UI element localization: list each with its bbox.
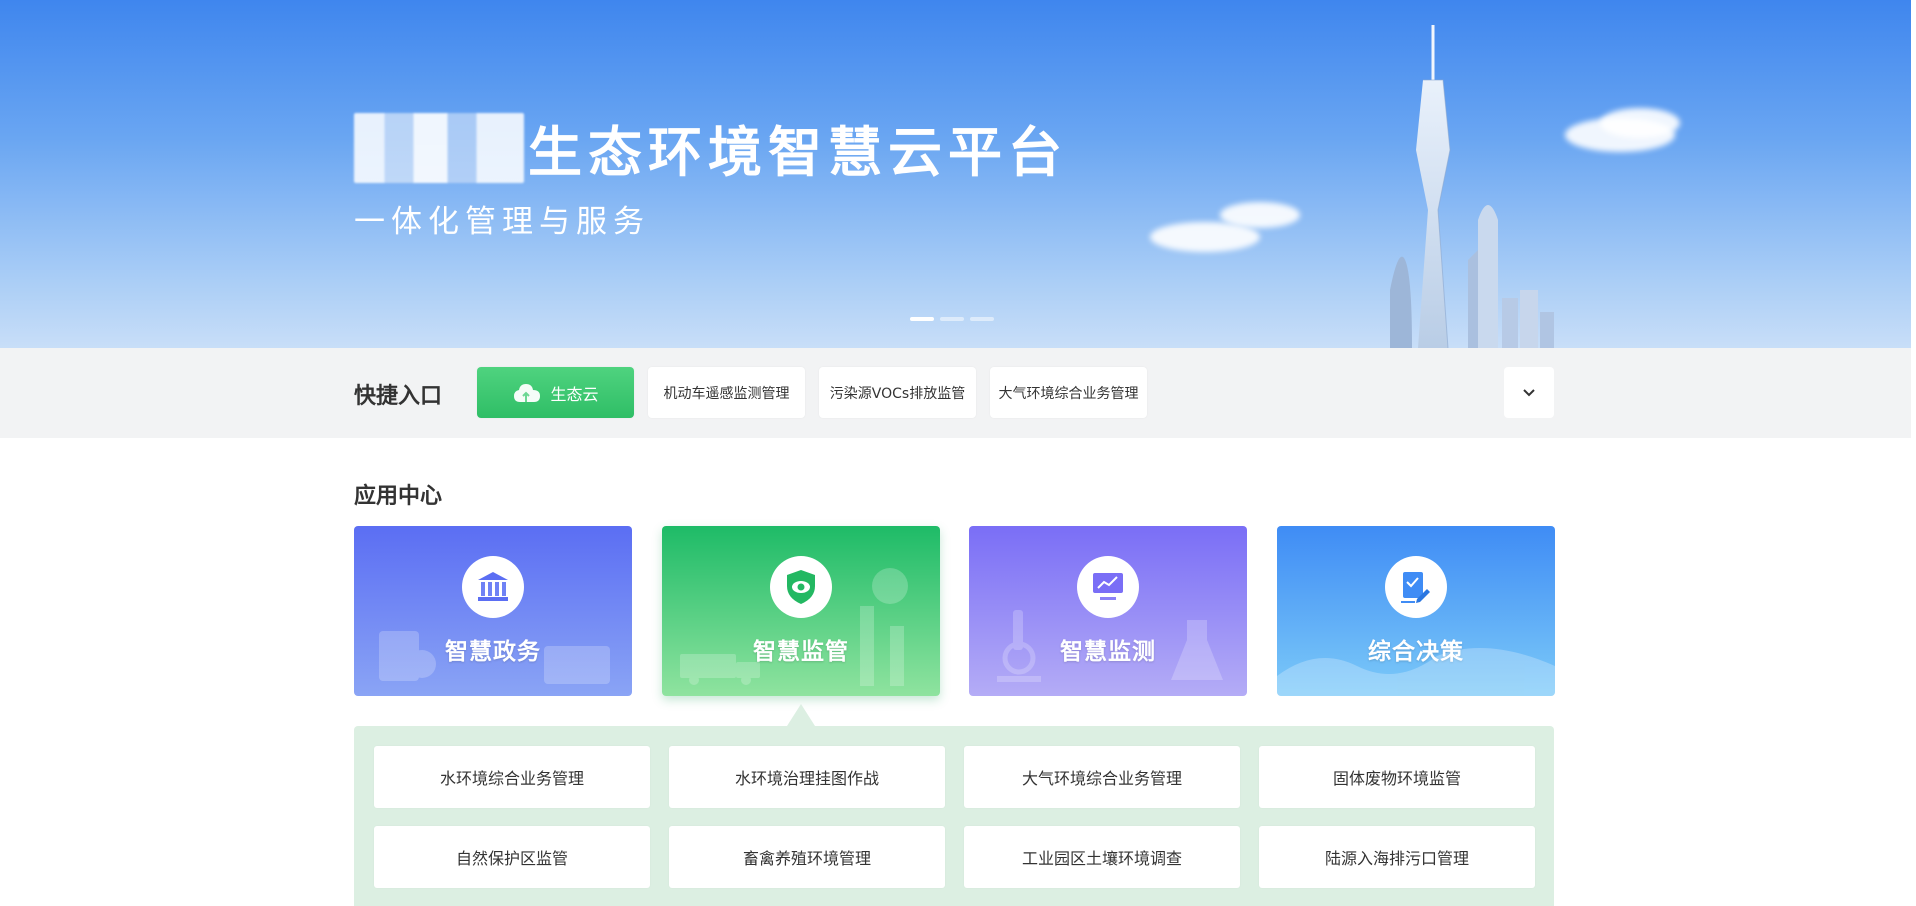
quick-entry-air-environment-button[interactable]: 大气环境综合业务管理 <box>990 367 1147 418</box>
sub-app-label: 工业园区土壤环境调查 <box>1021 849 1182 868</box>
carousel-dot-1[interactable] <box>910 317 934 321</box>
bank-icon <box>478 572 508 601</box>
quick-entry-eco-cloud-button[interactable]: 生态云 <box>477 367 634 418</box>
sub-app-label: 自然保护区监管 <box>455 849 568 868</box>
banner-title: 生态环境智慧云平台 <box>354 108 1068 187</box>
sub-app-livestock-environment-management[interactable]: 畜禽养殖环境管理 <box>669 826 945 888</box>
sub-application-panel: 水环境综合业务管理 水环境治理挂图作战 大气环境综合业务管理 固体废物环境监管 … <box>354 726 1554 906</box>
sub-app-industrial-park-soil-survey[interactable]: 工业园区土壤环境调查 <box>964 826 1240 888</box>
quick-entry-label: 污染源VOCs排放监管 <box>829 385 966 402</box>
city-skyline-illustration <box>1390 25 1554 348</box>
app-card-smart-monitoring[interactable]: 智慧监测 <box>969 526 1247 696</box>
mountains-decoration <box>1277 648 1555 696</box>
sub-app-label: 固体废物环境监管 <box>1332 769 1461 788</box>
quick-entry-label: 机动车遥感监测管理 <box>663 385 790 402</box>
sub-app-label: 大气环境综合业务管理 <box>1021 769 1182 788</box>
monitor-chart-icon <box>1093 573 1123 600</box>
app-card-smart-regulation[interactable]: 智慧监管 <box>662 526 940 696</box>
app-card-label: 智慧政务 <box>445 639 541 665</box>
active-card-pointer <box>787 704 815 726</box>
cloud-decoration <box>1220 202 1300 228</box>
folder-decoration <box>544 646 610 684</box>
microscope-decoration <box>997 610 1041 682</box>
quick-entry-bar: 快捷入口 生态云 机动车遥感监测管理 污染源VOCs排放监管 大气环境综合业务管… <box>0 348 1911 438</box>
chevron-down-icon <box>1523 388 1535 396</box>
cloud-icon <box>514 383 541 402</box>
icon-badge <box>770 556 832 618</box>
quick-entry-label: 大气环境综合业务管理 <box>998 385 1139 402</box>
sub-app-solid-waste-supervision[interactable]: 固体废物环境监管 <box>1259 746 1535 808</box>
sub-app-water-environment-management[interactable]: 水环境综合业务管理 <box>374 746 650 808</box>
sub-app-label: 水环境综合业务管理 <box>439 769 584 788</box>
quick-entry-expand-button[interactable] <box>1504 367 1554 418</box>
sub-app-sea-outfall-management[interactable]: 陆源入海排污口管理 <box>1259 826 1535 888</box>
quick-entry-vocs-button[interactable]: 污染源VOCs排放监管 <box>819 367 976 418</box>
sub-app-label: 畜禽养殖环境管理 <box>742 849 871 868</box>
sub-app-air-environment-management[interactable]: 大气环境综合业务管理 <box>964 746 1240 808</box>
cloud-decoration <box>1600 108 1680 138</box>
app-card-label: 智慧监测 <box>1060 639 1156 665</box>
carousel-indicators <box>910 317 994 321</box>
app-center-title: 应用中心 <box>354 484 443 509</box>
app-card-comprehensive-decision[interactable]: 综合决策 <box>1277 526 1555 696</box>
sub-app-nature-reserve-supervision[interactable]: 自然保护区监管 <box>374 826 650 888</box>
document-decoration <box>379 631 436 681</box>
sub-app-water-governance-map[interactable]: 水环境治理挂图作战 <box>669 746 945 808</box>
banner-subtitle: 一体化管理与服务 <box>354 204 650 240</box>
app-card-smart-government[interactable]: 智慧政务 <box>354 526 632 696</box>
truck-decoration <box>680 654 760 685</box>
carousel-dot-3[interactable] <box>970 317 994 321</box>
sub-app-label: 陆源入海排污口管理 <box>1324 849 1469 868</box>
icon-badge <box>1385 556 1447 618</box>
flask-decoration <box>1171 620 1223 680</box>
icon-badge <box>462 556 524 618</box>
page: 生态环境智慧云平台 一体化管理与服务 快捷入口 生态云 机动车遥感监测管理 污染… <box>0 0 1916 906</box>
redacted-region-name <box>354 112 524 183</box>
shield-eye-icon <box>787 570 815 604</box>
document-check-icon <box>1401 572 1430 603</box>
quick-entry-label: 生态云 <box>550 384 599 404</box>
icon-badge <box>1077 556 1139 618</box>
quick-entry-vehicle-remote-sensing-button[interactable]: 机动车遥感监测管理 <box>648 367 805 418</box>
quick-entry-title: 快捷入口 <box>354 384 443 409</box>
factory-decoration <box>860 568 908 686</box>
banner-title-text: 生态环境智慧云平台 <box>528 121 1068 184</box>
hero-banner[interactable]: 生态环境智慧云平台 一体化管理与服务 <box>0 0 1911 348</box>
carousel-dot-2[interactable] <box>940 317 964 321</box>
sub-app-label: 水环境治理挂图作战 <box>734 769 879 788</box>
